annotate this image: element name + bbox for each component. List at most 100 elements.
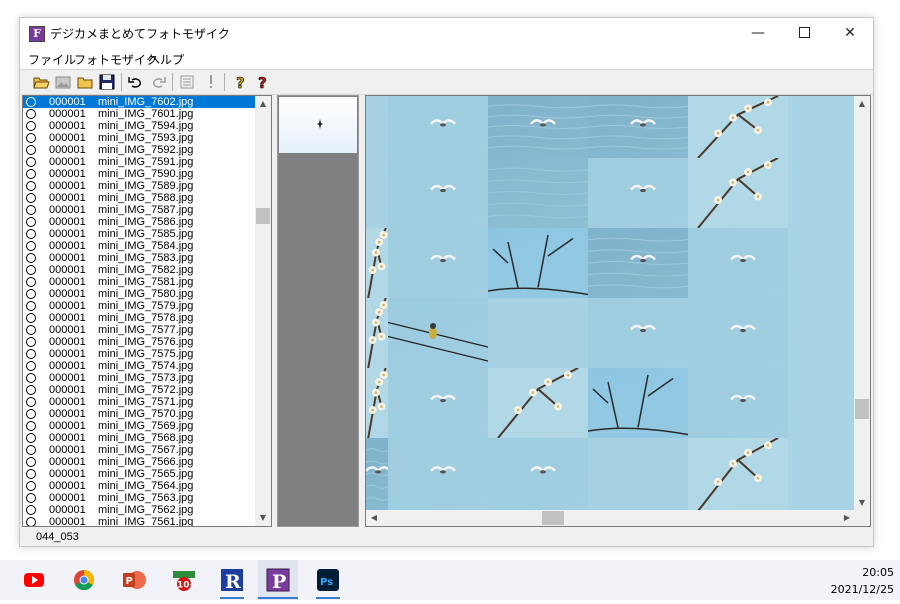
- image-icon[interactable]: [54, 73, 72, 91]
- mosaic-view[interactable]: ▲ ▼ ◀ ▶: [365, 95, 871, 527]
- file-list-item[interactable]: 000001 mini_IMG_7567.jpg: [23, 444, 256, 456]
- open-folder-icon[interactable]: [32, 73, 50, 91]
- mosaic-tile: [388, 438, 488, 511]
- mosaic-tile: [366, 158, 388, 228]
- file-list-item[interactable]: 000001 mini_IMG_7564.jpg: [23, 480, 256, 492]
- file-list-item[interactable]: 000001 mini_IMG_7573.jpg: [23, 372, 256, 384]
- scroll-left-icon[interactable]: ◀: [366, 510, 382, 526]
- radio-circle-icon: [26, 109, 36, 119]
- svg-text:?: ?: [258, 74, 267, 91]
- file-list-item[interactable]: 000001 mini_IMG_7574.jpg: [23, 360, 256, 372]
- file-list-item[interactable]: 000001 mini_IMG_7591.jpg: [23, 156, 256, 168]
- file-list-item[interactable]: 000001 mini_IMG_7601.jpg: [23, 108, 256, 120]
- scroll-down-icon[interactable]: ▼: [255, 510, 271, 526]
- file-list-item[interactable]: 000001 mini_IMG_7576.jpg: [23, 336, 256, 348]
- tile-image: [366, 158, 388, 228]
- scroll-right-icon[interactable]: ▶: [839, 510, 855, 526]
- file-list-item[interactable]: 000001 mini_IMG_7577.jpg: [23, 324, 256, 336]
- save-icon[interactable]: [98, 73, 116, 91]
- mosaic-tile: [688, 298, 788, 368]
- file-name: mini_IMG_7562.jpg: [98, 504, 194, 516]
- menu-file[interactable]: ファイル: [28, 51, 76, 68]
- maximize-button[interactable]: [781, 18, 827, 49]
- tile-image: [488, 298, 588, 368]
- system-clock[interactable]: 20:05 2021/12/25: [831, 564, 894, 598]
- file-number: 000001: [49, 444, 86, 456]
- mosaic-tile: [688, 438, 788, 511]
- help-icon[interactable]: ?: [232, 73, 250, 91]
- taskbar-powerpoint[interactable]: P: [114, 560, 154, 600]
- file-list-item[interactable]: 000001 mini_IMG_7583.jpg: [23, 252, 256, 264]
- file-list-item[interactable]: 000001 mini_IMG_7602.jpg: [23, 96, 256, 108]
- mosaic-vertical-scrollbar[interactable]: ▲ ▼: [854, 96, 870, 511]
- file-number: 000001: [49, 516, 86, 527]
- scroll-up-icon[interactable]: ▲: [854, 96, 870, 112]
- preview-pane: [277, 95, 359, 527]
- menu-help[interactable]: ヘルプ: [148, 51, 184, 68]
- file-list-item[interactable]: 000001 mini_IMG_7565.jpg: [23, 468, 256, 480]
- close-button[interactable]: ✕: [827, 18, 873, 49]
- security-icon: 10+: [173, 571, 197, 591]
- scroll-thumb[interactable]: [855, 399, 869, 419]
- file-list-item[interactable]: 000001 mini_IMG_7581.jpg: [23, 276, 256, 288]
- file-list-item[interactable]: 000001 mini_IMG_7588.jpg: [23, 192, 256, 204]
- file-number: 000001: [49, 336, 86, 348]
- taskbar-p-app[interactable]: P: [258, 560, 298, 600]
- folder-icon[interactable]: [76, 73, 94, 91]
- scroll-up-icon[interactable]: ▲: [255, 96, 271, 112]
- tile-image: [630, 184, 656, 193]
- file-list-item[interactable]: 000001 mini_IMG_7569.jpg: [23, 420, 256, 432]
- file-list-item[interactable]: 000001 mini_IMG_7580.jpg: [23, 288, 256, 300]
- mosaic-tile: [688, 96, 788, 158]
- file-list-scrollbar[interactable]: ▲ ▼: [255, 96, 271, 526]
- file-number: 000001: [49, 372, 86, 384]
- file-list[interactable]: 000001 mini_IMG_7602.jpg 000001 mini_IMG_76…: [22, 95, 272, 527]
- list-icon[interactable]: [178, 73, 196, 91]
- file-list-item[interactable]: 000001 mini_IMG_7590.jpg: [23, 168, 256, 180]
- taskbar-chrome[interactable]: [64, 560, 104, 600]
- radio-circle-icon: [26, 145, 36, 155]
- file-list-item[interactable]: 000001 mini_IMG_7563.jpg: [23, 492, 256, 504]
- file-list-item[interactable]: 000001 mini_IMG_7566.jpg: [23, 456, 256, 468]
- file-list-item[interactable]: 000001 mini_IMG_7562.jpg: [23, 504, 256, 516]
- redo-icon[interactable]: [149, 73, 167, 91]
- file-list-item[interactable]: 000001 mini_IMG_7561.jpg: [23, 516, 256, 527]
- minimize-button[interactable]: —: [735, 18, 781, 49]
- context-help-icon[interactable]: ?: [254, 73, 272, 91]
- file-name: mini_IMG_7566.jpg: [98, 456, 194, 468]
- taskbar-r-app[interactable]: R: [212, 560, 252, 600]
- scroll-thumb[interactable]: [542, 511, 564, 525]
- undo-icon[interactable]: [127, 73, 145, 91]
- menu-photomosaic[interactable]: フォトモザイク: [74, 51, 158, 68]
- taskbar-security[interactable]: 10+: [164, 560, 204, 600]
- file-list-item[interactable]: 000001 mini_IMG_7585.jpg: [23, 228, 256, 240]
- tile-image: [430, 466, 456, 474]
- file-list-item[interactable]: 000001 mini_IMG_7578.jpg: [23, 312, 256, 324]
- scroll-down-icon[interactable]: ▼: [854, 495, 870, 511]
- file-list-item[interactable]: 000001 mini_IMG_7570.jpg: [23, 408, 256, 420]
- file-list-item[interactable]: 000001 mini_IMG_7593.jpg: [23, 132, 256, 144]
- file-list-item[interactable]: 000001 mini_IMG_7586.jpg: [23, 216, 256, 228]
- file-list-item[interactable]: 000001 mini_IMG_7594.jpg: [23, 120, 256, 132]
- tile-image: [530, 466, 556, 474]
- file-list-item[interactable]: 000001 mini_IMG_7575.jpg: [23, 348, 256, 360]
- file-name: mini_IMG_7576.jpg: [98, 336, 194, 348]
- file-list-item[interactable]: 000001 mini_IMG_7572.jpg: [23, 384, 256, 396]
- file-list-item[interactable]: 000001 mini_IMG_7592.jpg: [23, 144, 256, 156]
- mosaic-horizontal-scrollbar[interactable]: ◀ ▶: [366, 510, 855, 526]
- file-list-item[interactable]: 000001 mini_IMG_7579.jpg: [23, 300, 256, 312]
- file-list-item[interactable]: 000001 mini_IMG_7589.jpg: [23, 180, 256, 192]
- radio-circle-icon: [26, 349, 36, 359]
- file-list-item[interactable]: 000001 mini_IMG_7571.jpg: [23, 396, 256, 408]
- scroll-thumb[interactable]: [256, 208, 270, 224]
- taskbar-photoshop[interactable]: Ps: [308, 560, 348, 600]
- file-list-item[interactable]: 000001 mini_IMG_7582.jpg: [23, 264, 256, 276]
- bird-silhouette-icon: [317, 119, 323, 129]
- radio-circle-icon: [26, 169, 36, 179]
- taskbar-youtube[interactable]: [14, 560, 54, 600]
- file-name: mini_IMG_7601.jpg: [98, 108, 194, 120]
- file-list-item[interactable]: 000001 mini_IMG_7568.jpg: [23, 432, 256, 444]
- file-list-item[interactable]: 000001 mini_IMG_7587.jpg: [23, 204, 256, 216]
- exclamation-icon[interactable]: [202, 73, 220, 91]
- file-list-item[interactable]: 000001 mini_IMG_7584.jpg: [23, 240, 256, 252]
